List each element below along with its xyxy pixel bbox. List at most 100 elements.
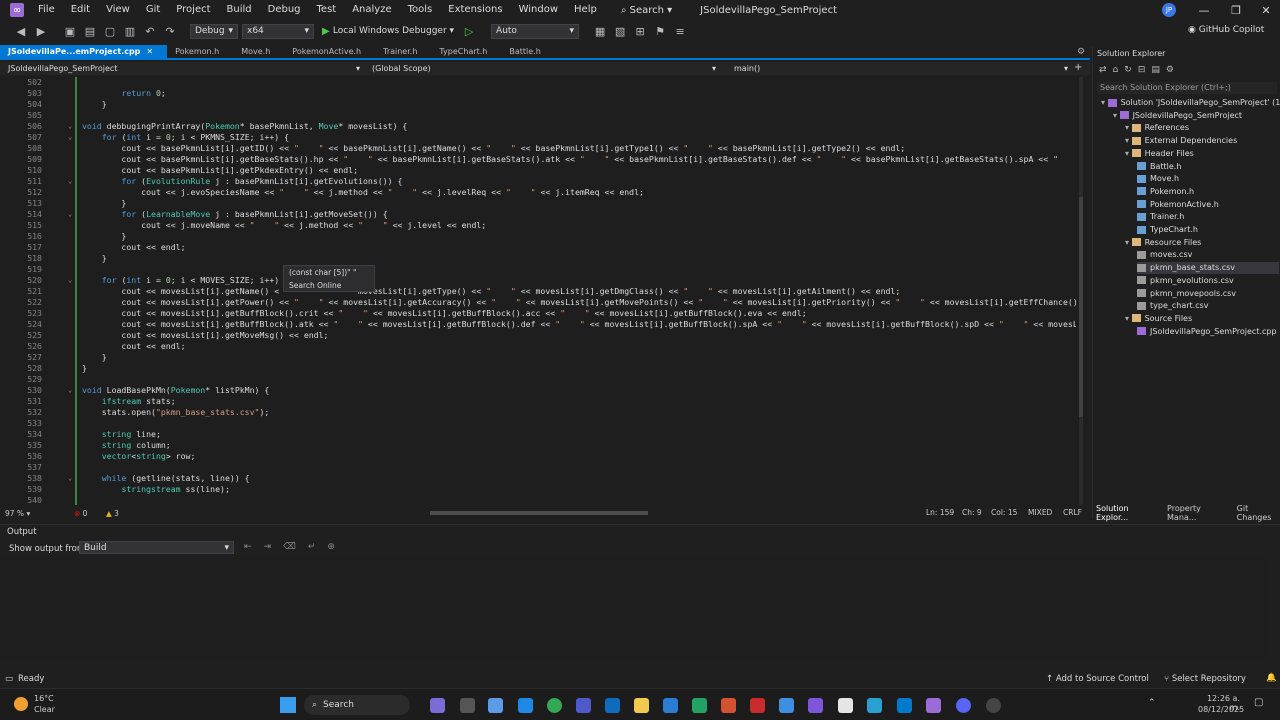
settings-gear-icon[interactable]: ⚙ [1077,47,1085,57]
vscode-icon[interactable] [897,698,912,713]
menu-git[interactable]: Git [138,0,168,20]
document-tab[interactable]: Trainer.h [375,45,431,58]
calculator-icon[interactable] [838,698,853,713]
open-icon[interactable]: ▤ [83,24,97,38]
widgets-icon[interactable] [430,698,445,713]
line-endings[interactable]: CRLF [1063,508,1082,517]
solution-tree-item[interactable]: Battle.h [1137,161,1279,173]
fold-chevron-icon[interactable]: ⌄ [68,385,72,396]
forward-icon[interactable]: ▶ [34,24,48,38]
photos-icon[interactable] [779,698,794,713]
weather-icon[interactable] [14,697,28,711]
warnings-indicator[interactable]: ▲ 3 [106,507,119,520]
store-icon[interactable] [867,698,882,713]
visual-studio-logo-icon[interactable]: ∞ [10,3,24,17]
solution-tree-item[interactable]: pkmn_movepools.csv [1137,288,1279,300]
breakpoints-icon[interactable]: ⊞ [633,24,647,38]
search-online-link[interactable]: Search Online [289,281,369,290]
solution-tree-item[interactable]: moves.csv [1137,249,1279,261]
word-wrap-icon[interactable]: ↵ [308,542,316,552]
split-icon[interactable]: + [1074,62,1082,73]
maximize-icon[interactable]: ❐ [1220,0,1252,20]
minimize-icon[interactable]: — [1188,0,1220,20]
back-icon[interactable]: ◀ [14,24,28,38]
solution-tree-item[interactable]: ▾ External Dependencies [1125,135,1279,147]
project-scope-dropdown[interactable]: JSoldevillaPego_SemProject ▾ [4,62,360,75]
debug-target-select[interactable]: Auto ▾ [491,23,580,39]
menu-extensions[interactable]: Extensions [440,0,510,20]
solution-tree-item[interactable]: JSoldevillaPego_SemProject.cpp [1137,326,1279,338]
solution-tree-item[interactable]: ▾ Resource Files [1125,237,1279,249]
search-menu[interactable]: ⌕ Search ▾ [613,5,680,16]
show-all-icon[interactable]: ▤ [1151,65,1160,75]
github-copilot-button[interactable]: ◉ GitHub Copilot [1188,25,1264,35]
solution-tree-item[interactable]: ▾ Header Files [1125,148,1279,160]
refresh-icon[interactable]: ↻ [1124,65,1132,75]
configuration-select[interactable]: Debug ▾ [190,23,238,39]
solution-tree-item[interactable]: ▾ JSoldevillaPego_SemProject [1113,110,1279,122]
zoom-level-dropdown[interactable]: 97 % ▾ [5,507,30,520]
excel-icon[interactable] [692,698,707,713]
run-debugger-button[interactable]: ▶ Local Windows Debugger ▾ [322,26,454,37]
select-repository-button[interactable]: ⑂ Select Repository [1164,674,1246,684]
solution-explorer-tab[interactable]: Git Changes [1237,504,1280,522]
start-without-debugging-icon[interactable]: ▷ [462,24,476,38]
errors-indicator[interactable]: ⊗ 0 [74,507,87,520]
solution-tree-item[interactable]: ▾ Source Files [1125,313,1279,325]
menu-tools[interactable]: Tools [400,0,441,20]
notification-center-icon[interactable]: ▢ [1254,697,1263,708]
fold-chevron-icon[interactable]: ⌄ [68,275,72,286]
platform-select[interactable]: x64 ▾ [242,23,314,39]
document-tab[interactable]: Move.h [233,45,284,58]
bookmark-icon[interactable]: ⚑ [653,24,667,38]
global-scope-dropdown[interactable]: (Global Scope) ▾ [372,62,716,75]
menu-build[interactable]: Build [219,0,260,20]
solution-tree-item[interactable]: TypeChart.h [1137,224,1279,236]
task-view-icon[interactable] [460,698,475,713]
solution-search-input[interactable]: Search Solution Explorer (Ctrl+;) [1097,82,1277,94]
comment-icon[interactable]: ≡ [673,24,687,38]
properties-icon[interactable]: ⚙ [1166,65,1174,75]
solution-tree-item[interactable]: pkmn_evolutions.csv [1137,275,1279,287]
close-tab-icon[interactable]: ✕ [146,47,153,56]
clear-all-icon[interactable]: ⌫ [283,542,296,552]
diagnostics-icon[interactable]: ▦ [593,24,607,38]
weather-desc[interactable]: Clear [34,705,55,714]
add-to-source-control-button[interactable]: ↑ Add to Source Control [1046,674,1149,684]
user-avatar[interactable]: JP [1162,3,1176,17]
menu-test[interactable]: Test [309,0,345,20]
code-editor[interactable]: 502 503 return 0; 504 } 505 506 ⌄ void debbugi… [0,77,1076,505]
fold-chevron-icon[interactable]: ⌄ [68,473,72,484]
word-icon[interactable] [663,698,678,713]
solution-tree-item[interactable]: type_chart.csv [1137,300,1279,312]
clock-date[interactable]: 08/12/2025 [1198,705,1244,714]
menu-file[interactable]: File [30,0,63,20]
document-tab[interactable]: Pokemon.h [167,45,233,58]
save-icon[interactable]: ▢ [103,24,117,38]
member-dropdown[interactable]: main() ▾ [728,62,1068,75]
document-tab[interactable]: Battle.h [501,45,554,58]
weather-temp[interactable]: 16°C [34,694,54,703]
document-tab[interactable]: TypeChart.h [431,45,501,58]
redo-icon[interactable]: ↷ [163,24,177,38]
solution-tree-item[interactable]: Trainer.h [1137,211,1279,223]
fold-chevron-icon[interactable]: ⌄ [68,209,72,220]
powerpoint-icon[interactable] [721,698,736,713]
solution-tree-item[interactable]: ▾ Solution 'JSoldevillaPego_SemProject' … [1101,97,1280,109]
copilot-app-icon[interactable] [488,698,503,713]
chrome-icon[interactable] [547,698,562,713]
home-icon[interactable]: ⌂ [1113,65,1119,75]
editor-vertical-scrollbar[interactable] [1076,77,1088,505]
solution-tree-item[interactable]: pkmn_base_stats.csv [1137,262,1279,275]
solution-tree-item[interactable]: ▾ References [1125,122,1279,134]
save-all-icon[interactable]: ▥ [123,24,137,38]
menu-debug[interactable]: Debug [260,0,309,20]
solution-tree-item[interactable]: Move.h [1137,173,1279,185]
menu-analyze[interactable]: Analyze [344,0,399,20]
menu-help[interactable]: Help [566,0,605,20]
acrobat-icon[interactable] [750,698,765,713]
undo-icon[interactable]: ↶ [143,24,157,38]
menu-edit[interactable]: Edit [63,0,98,20]
toggle-word-wrap-icon[interactable]: ⊕ [327,542,335,552]
menu-view[interactable]: View [98,0,138,20]
